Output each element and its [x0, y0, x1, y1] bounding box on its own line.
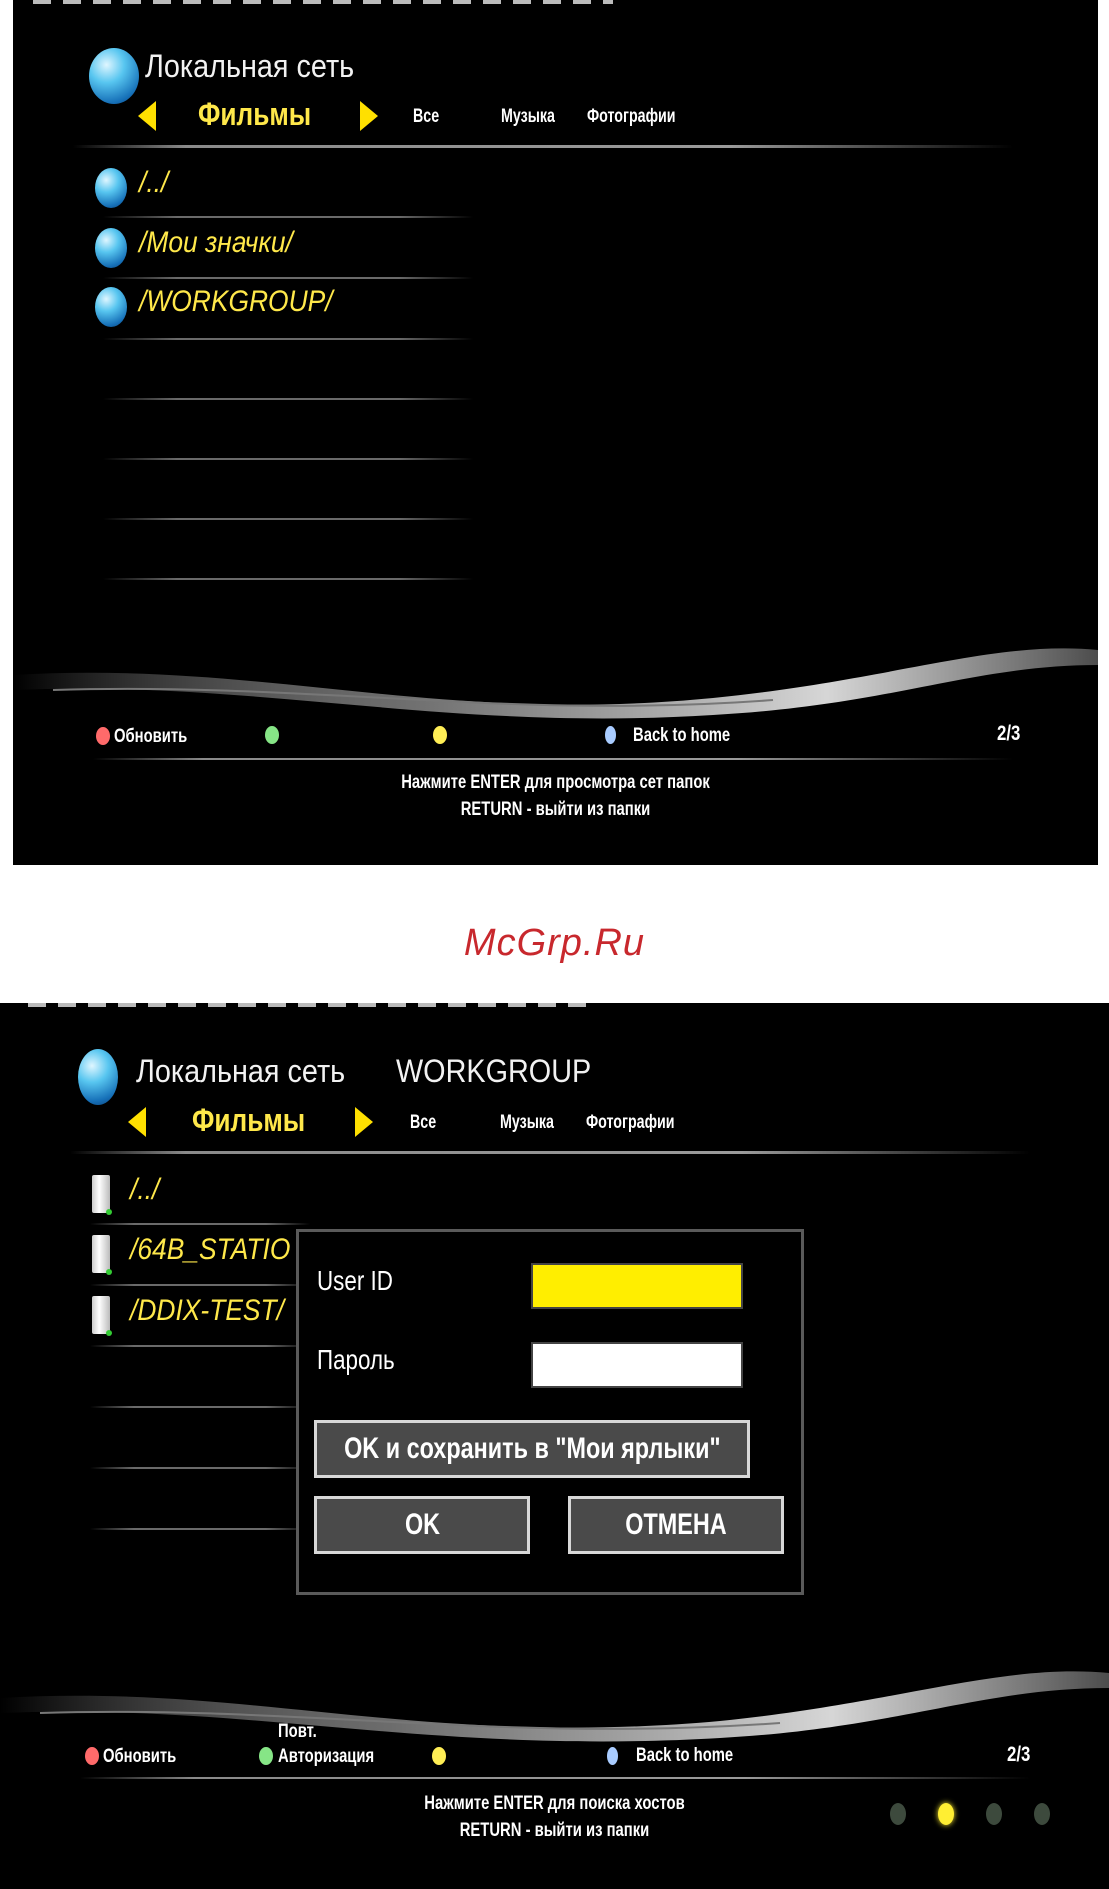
- password-label: Пароль: [317, 1344, 395, 1375]
- row-divider: [90, 1223, 310, 1225]
- footer-divider: [80, 1777, 1030, 1779]
- row-divider: [103, 578, 473, 580]
- status-dot-icon: [890, 1803, 906, 1825]
- hint-line-2: RETURN - выйти из папки: [459, 1820, 650, 1841]
- row-divider: [90, 1467, 310, 1469]
- tab-all[interactable]: Все: [413, 106, 439, 128]
- ok-button[interactable]: OK: [314, 1496, 530, 1554]
- header-divider: [70, 1151, 1030, 1154]
- list-item[interactable]: /../: [130, 1173, 159, 1207]
- row-divider: [103, 458, 473, 460]
- page-title: Локальная сеть: [136, 1053, 346, 1089]
- list-item[interactable]: /64B_STATIO: [130, 1233, 290, 1267]
- red-button-icon: [96, 727, 110, 745]
- user-id-input[interactable]: [531, 1263, 743, 1309]
- authorization-label[interactable]: Авторизация: [278, 1746, 374, 1768]
- arrow-right-icon[interactable]: [360, 101, 378, 131]
- page-title: Локальная сеть: [145, 48, 355, 84]
- row-divider: [103, 216, 473, 218]
- yellow-button-icon: [433, 726, 447, 744]
- cancel-button[interactable]: ОТМЕНА: [568, 1496, 784, 1554]
- list-item[interactable]: /../: [139, 166, 168, 200]
- yellow-button-icon: [432, 1747, 446, 1765]
- hint-line-1: Нажмите ENTER для просмотра сет папок: [401, 772, 710, 793]
- globe-icon: [89, 48, 139, 104]
- page-indicator: 2/3: [997, 722, 1021, 745]
- network-folder-icon: [95, 168, 127, 208]
- decorative-swoosh: [0, 1671, 1109, 1742]
- green-button-icon: [259, 1747, 273, 1765]
- footer-divider: [93, 758, 1013, 760]
- top-divider: [28, 1003, 598, 1007]
- row-divider: [90, 1528, 310, 1530]
- blue-button-icon: [605, 726, 616, 744]
- hint-line-2: RETURN - выйти из папки: [460, 799, 651, 820]
- blue-button-icon: [607, 1747, 618, 1765]
- top-divider: [33, 0, 613, 4]
- list-item[interactable]: /DDIX-TEST/: [130, 1294, 284, 1328]
- server-icon: [92, 1296, 112, 1336]
- status-dot-icon: [986, 1803, 1002, 1825]
- refresh-label[interactable]: Обновить: [103, 1746, 176, 1768]
- row-divider: [90, 1406, 310, 1408]
- category-active[interactable]: Фильмы: [198, 96, 311, 133]
- arrow-left-icon[interactable]: [138, 101, 156, 131]
- tab-music[interactable]: Музыка: [500, 1112, 554, 1134]
- header-divider: [73, 145, 1013, 148]
- globe-icon: [78, 1049, 118, 1105]
- back-to-home-label[interactable]: Back to home: [636, 1745, 733, 1767]
- server-icon: [92, 1175, 112, 1215]
- category-active[interactable]: Фильмы: [192, 1102, 305, 1139]
- green-button-icon: [265, 726, 279, 744]
- list-item[interactable]: /Мои значки/: [139, 226, 293, 260]
- arrow-right-icon[interactable]: [355, 1107, 373, 1137]
- status-dot-active-icon: [938, 1803, 954, 1825]
- page-indicator: 2/3: [1007, 1743, 1031, 1766]
- list-item[interactable]: /WORKGROUP/: [139, 285, 333, 319]
- tab-music[interactable]: Музыка: [501, 106, 555, 128]
- login-dialog: User ID Пароль OK и сохранить в "Мои ярл…: [296, 1229, 804, 1595]
- workgroup-title: WORKGROUP: [396, 1053, 592, 1089]
- tv-screen-network-browser: Локальная сеть Фильмы Все Музыка Фотогра…: [13, 0, 1098, 865]
- retry-label-line1: Повт.: [278, 1721, 317, 1742]
- refresh-label[interactable]: Обновить: [114, 726, 187, 748]
- server-icon: [92, 1235, 112, 1275]
- red-button-icon: [85, 1747, 99, 1765]
- status-dot-icon: [1034, 1803, 1050, 1825]
- row-divider: [103, 277, 473, 279]
- network-folder-icon: [95, 228, 127, 268]
- row-divider: [103, 398, 473, 400]
- password-input[interactable]: [531, 1342, 743, 1388]
- hint-line-1: Нажмите ENTER для поиска хостов: [424, 1793, 685, 1814]
- back-to-home-label[interactable]: Back to home: [633, 725, 730, 747]
- row-divider: [90, 1284, 310, 1286]
- tab-photos[interactable]: Фотографии: [586, 1112, 675, 1134]
- watermark: McGrp.Ru: [463, 922, 646, 964]
- user-id-label: User ID: [317, 1265, 393, 1296]
- network-folder-icon: [95, 287, 127, 327]
- tab-all[interactable]: Все: [410, 1112, 436, 1134]
- decorative-swoosh: [13, 648, 1098, 719]
- row-divider: [103, 338, 473, 340]
- arrow-left-icon[interactable]: [128, 1107, 146, 1137]
- row-divider: [103, 518, 473, 520]
- row-divider: [90, 1345, 310, 1347]
- tab-photos[interactable]: Фотографии: [587, 106, 676, 128]
- ok-save-shortcut-button[interactable]: OK и сохранить в "Мои ярлыки": [314, 1420, 750, 1478]
